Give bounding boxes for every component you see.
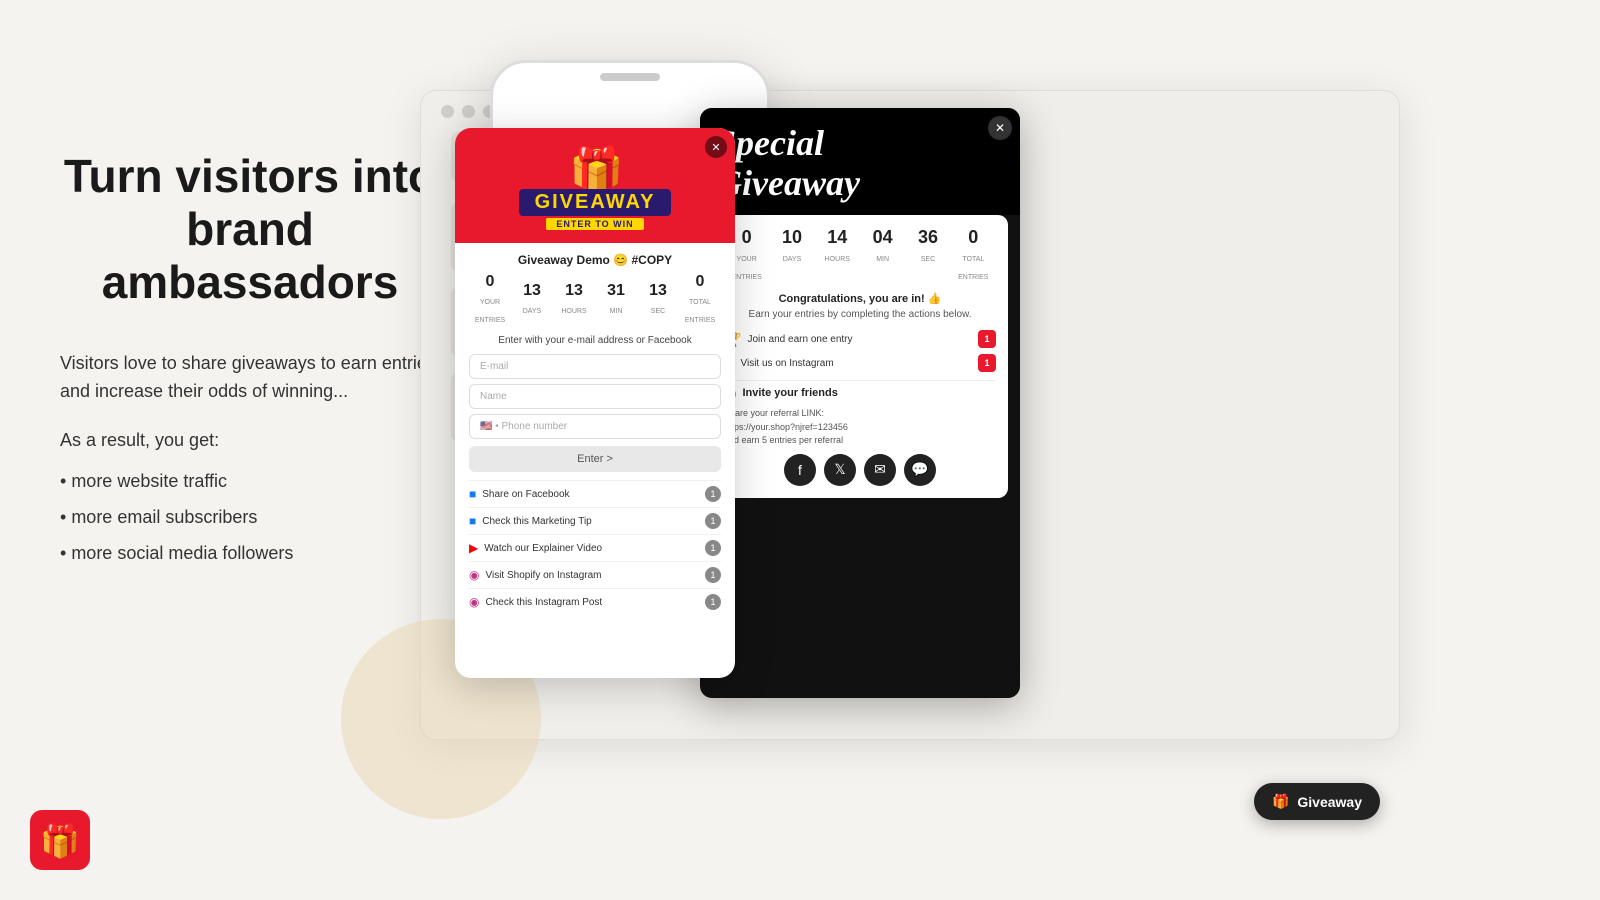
giveaway-banner: 🎁 GIVEAWAY ENTER TO WIN <box>519 141 672 230</box>
sub-text: Visitors love to share giveaways to earn… <box>60 349 440 407</box>
action-explainer-video[interactable]: ▶ Watch our Explainer Video 1 <box>469 534 721 561</box>
browser-dot-1 <box>441 105 454 118</box>
action-shopify-instagram[interactable]: ◉ Visit Shopify on Instagram 1 <box>469 561 721 588</box>
action-label-1: Share on Facebook <box>482 489 569 500</box>
earn-text: Earn your entries by completing the acti… <box>724 309 996 320</box>
action-share-facebook[interactable]: ■ Share on Facebook 1 <box>469 480 721 507</box>
youtube-icon: ▶ <box>469 541 478 555</box>
giveaway-title: Giveaway Demo 😊 #COPY <box>469 253 721 267</box>
invite-title: Invite your friends <box>742 387 837 399</box>
facebook-icon-1: ■ <box>469 487 476 501</box>
social-icons-row: f 𝕏 ✉ 💬 <box>724 454 996 486</box>
logo: 🎁 <box>30 810 90 870</box>
action-instagram-post[interactable]: ◉ Check this Instagram Post 1 <box>469 588 721 615</box>
instagram-icon-2: ◉ <box>469 595 479 609</box>
action-label-5: Check this Instagram Post <box>485 597 602 608</box>
action-marketing-tip[interactable]: ■ Check this Marketing Tip 1 <box>469 507 721 534</box>
instagram-icon-1: ◉ <box>469 568 479 582</box>
action-label-3: Watch our Explainer Video <box>484 543 602 554</box>
giveaway-popup: ✕ 🎁 GIVEAWAY ENTER TO WIN Giveaway Demo … <box>455 128 735 678</box>
invite-section: 📢 Invite your friends Share your referra… <box>724 380 996 486</box>
special-min: 04 MIN <box>860 227 905 284</box>
main-heading: Turn visitors into brand ambassadors <box>60 150 440 309</box>
countdown-sec: 13 SEC <box>637 282 679 318</box>
congrats-text: Congratulations, you are in! 👍 <box>724 292 996 305</box>
left-section: Turn visitors into brand ambassadors Vis… <box>60 150 440 571</box>
giveaway-close-button[interactable]: ✕ <box>705 136 727 158</box>
bullet-item-3: more social media followers <box>60 535 440 571</box>
special-popup: ✕ Special Giveaway 0 YOUR ENTRIES 10 DAY… <box>700 108 1020 698</box>
special-body: 0 YOUR ENTRIES 10 DAYS 14 HOURS 04 MIN 3… <box>712 215 1008 498</box>
special-hours: 14 HOURS <box>815 227 860 284</box>
giveaway-header: ✕ 🎁 GIVEAWAY ENTER TO WIN <box>455 128 735 243</box>
special-action-label-1: Join and earn one entry <box>747 334 852 345</box>
social-email-btn[interactable]: ✉ <box>864 454 896 486</box>
bullet-item-2: more email subscribers <box>60 499 440 535</box>
countdown-your-entries: 0 Your entries <box>469 273 511 327</box>
result-text: As a result, you get: <box>60 430 440 451</box>
browser-dot-2 <box>462 105 475 118</box>
special-days: 10 DAYS <box>769 227 814 284</box>
special-header: ✕ Special Giveaway <box>700 108 1020 215</box>
facebook-icon-2: ■ <box>469 514 476 528</box>
special-sec: 36 SEC <box>905 227 950 284</box>
countdown-days: 13 DAYS <box>511 282 553 318</box>
special-title: Special Giveaway <box>716 124 1004 203</box>
email-field[interactable]: E-mail <box>469 354 721 379</box>
enter-description: Enter with your e-mail address or Facebo… <box>469 335 721 346</box>
giveaway-btn-label: Giveaway <box>1297 794 1362 810</box>
action-badge-5: 1 <box>705 594 721 610</box>
action-badge-1: 1 <box>705 486 721 502</box>
gift-btn-icon: 🎁 <box>1272 793 1289 810</box>
phone-field[interactable]: 🇺🇸 • Phone number <box>469 414 721 439</box>
gift-icon: 🎁 <box>569 141 621 193</box>
special-badge-2: 1 <box>978 354 996 372</box>
social-twitter-btn[interactable]: 𝕏 <box>824 454 856 486</box>
special-countdown: 0 YOUR ENTRIES 10 DAYS 14 HOURS 04 MIN 3… <box>724 227 996 284</box>
invite-link-text: Share your referral LINK: https://your.s… <box>724 407 996 448</box>
giveaway-banner-text: GIVEAWAY <box>519 189 672 216</box>
svg-text:🎁: 🎁 <box>40 823 80 859</box>
name-field[interactable]: Name <box>469 384 721 409</box>
action-badge-2: 1 <box>705 513 721 529</box>
social-facebook-btn[interactable]: f <box>784 454 816 486</box>
enter-to-win-text: ENTER TO WIN <box>546 218 643 230</box>
special-action-join[interactable]: 🏆 Join and earn one entry 1 <box>724 330 996 348</box>
countdown-total-entries: 0 Total entries <box>679 273 721 327</box>
countdown-row: 0 Your entries 13 DAYS 13 HOURS 31 MIN 1… <box>469 273 721 327</box>
phone-notch-1 <box>600 73 660 81</box>
svg-text:🎁: 🎁 <box>569 145 621 193</box>
countdown-min: 31 MIN <box>595 282 637 318</box>
special-action-instagram[interactable]: ◉ Visit us on Instagram 1 <box>724 354 996 372</box>
enter-button[interactable]: Enter > <box>469 446 721 472</box>
action-label-2: Check this Marketing Tip <box>482 516 592 527</box>
action-badge-4: 1 <box>705 567 721 583</box>
giveaway-body: Giveaway Demo 😊 #COPY 0 Your entries 13 … <box>455 243 735 625</box>
action-badge-3: 1 <box>705 540 721 556</box>
countdown-hours: 13 HOURS <box>553 282 595 318</box>
giveaway-float-button[interactable]: 🎁 Giveaway <box>1254 783 1380 820</box>
special-badge-1: 1 <box>978 330 996 348</box>
bullet-item-1: more website traffic <box>60 463 440 499</box>
bullet-list: more website traffic more email subscrib… <box>60 463 440 571</box>
special-action-label-2: Visit us on Instagram <box>740 358 833 369</box>
special-close-button[interactable]: ✕ <box>988 116 1012 140</box>
action-label-4: Visit Shopify on Instagram <box>485 570 601 581</box>
special-total-entries: 0 TOTAL ENTRIES <box>951 227 996 284</box>
social-messenger-btn[interactable]: 💬 <box>904 454 936 486</box>
